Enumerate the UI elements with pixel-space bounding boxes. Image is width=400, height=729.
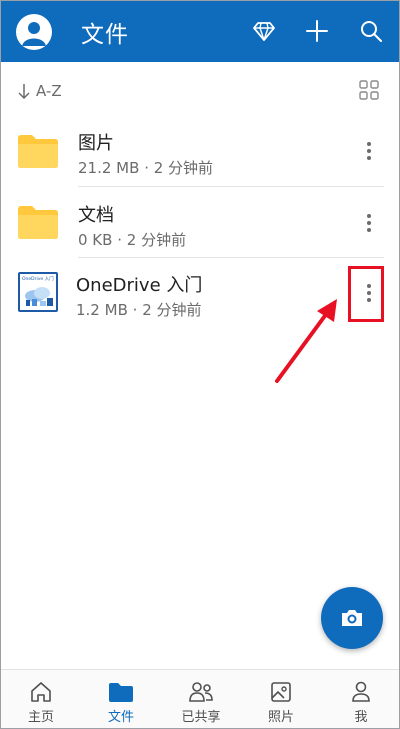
bottom-tab-bar: 主页 文件 已共享 照片 我 (1, 669, 399, 728)
file-name: 图片 (78, 133, 114, 154)
file-time: 2 分钟前 (126, 231, 187, 249)
more-options-button[interactable] (357, 136, 381, 166)
thumb-text: OneDrive 入门 (22, 275, 54, 282)
diamond-icon[interactable] (251, 18, 277, 44)
file-name: OneDrive 入门 (76, 275, 203, 296)
tab-label: 主页 (27, 710, 54, 725)
grid-view-icon[interactable] (359, 80, 379, 100)
file-size: 0 KB (78, 231, 113, 249)
tab-label: 我 (354, 710, 368, 725)
annotation-highlight-box (348, 266, 384, 322)
tab-label: 已共享 (181, 710, 221, 725)
tab-shared[interactable]: 已共享 (161, 670, 241, 729)
file-meta: 1.2 MB · 2 分钟前 (76, 299, 202, 320)
app-header: 文件 (1, 1, 399, 62)
file-meta: 21.2 MB · 2 分钟前 (78, 157, 213, 178)
more-icon (367, 214, 371, 218)
meta-separator: · (132, 301, 138, 319)
file-meta: 0 KB · 2 分钟前 (78, 229, 186, 250)
meta-separator: · (117, 231, 123, 249)
camera-button[interactable] (321, 587, 383, 649)
avatar[interactable] (16, 14, 52, 50)
file-size: 21.2 MB (78, 159, 140, 177)
tab-label: 文件 (107, 710, 134, 725)
meta-separator: · (144, 159, 149, 177)
more-icon (367, 142, 371, 146)
avatar-icon (22, 22, 46, 46)
more-icon-dot (367, 149, 371, 153)
file-time: 2 分钟前 (153, 159, 214, 177)
search-icon[interactable] (358, 18, 384, 44)
file-name: 文档 (78, 205, 114, 226)
list-item[interactable]: 图片 21.2 MB · 2 分钟前 (1, 118, 399, 185)
folder-icon (18, 206, 58, 239)
tab-photos[interactable]: 照片 (241, 670, 321, 729)
plus-icon[interactable] (304, 18, 330, 44)
people-icon (189, 682, 213, 702)
person-icon (352, 681, 370, 702)
more-icon-dot (367, 221, 371, 225)
sort-label: A-Z (36, 82, 62, 100)
tab-files[interactable]: 文件 (81, 670, 161, 729)
page-title: 文件 (81, 22, 129, 48)
annotation-arrow-icon (275, 299, 337, 383)
document-thumbnail: OneDrive 入门 (18, 272, 58, 312)
home-icon (31, 682, 51, 702)
tab-me[interactable]: 我 (321, 670, 400, 729)
tab-home[interactable]: 主页 (1, 670, 81, 729)
camera-icon (342, 610, 362, 626)
photo-icon (271, 682, 291, 702)
folder-icon (109, 683, 133, 702)
tab-label: 照片 (267, 710, 294, 725)
folder-icon (18, 135, 58, 168)
more-options-button[interactable] (357, 208, 381, 238)
file-size: 1.2 MB (76, 301, 128, 319)
list-item[interactable]: 文档 0 KB · 2 分钟前 (1, 187, 399, 254)
more-icon-dot (367, 228, 371, 232)
file-time: 2 分钟前 (142, 301, 202, 319)
arrow-down-icon (18, 84, 30, 99)
sort-bar: A-Z (1, 62, 399, 118)
more-icon-dot (367, 156, 371, 160)
sort-button[interactable]: A-Z (18, 82, 62, 100)
